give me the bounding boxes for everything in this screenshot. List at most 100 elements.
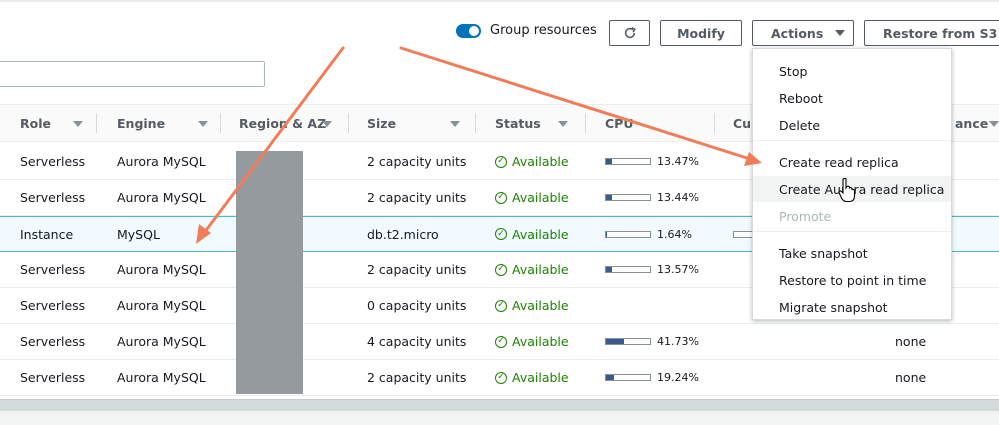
sort-caret-icon[interactable] — [198, 121, 208, 127]
actions-button[interactable]: Actions — [752, 20, 854, 46]
menu-item-create-read-replica[interactable]: Create read replica — [753, 149, 951, 175]
status-label: Available — [512, 226, 569, 242]
menu-item-promote: Promote — [779, 208, 832, 224]
cell-size: 0 capacity units — [367, 298, 467, 313]
cell-role: Serverless — [20, 154, 86, 169]
menu-item-delete[interactable]: Delete — [753, 112, 951, 138]
actions-label: Actions — [771, 25, 824, 41]
cell-cpu: 41.73% — [605, 324, 699, 359]
cell-engine: Aurora MySQL — [117, 298, 206, 313]
check-circle-icon: ✓ — [495, 371, 507, 384]
cpu-bar — [605, 230, 651, 238]
modify-button[interactable]: Modify — [660, 20, 742, 46]
menu-item-migrate-snapshot[interactable]: Migrate snapshot — [753, 294, 951, 320]
table-row[interactable]: Serverless Aurora MySQL 2 capacity units… — [0, 360, 999, 396]
refresh-button[interactable] — [609, 20, 650, 46]
filter-input[interactable] — [0, 61, 265, 87]
sort-caret-icon[interactable] — [450, 121, 460, 127]
cell-role: Serverless — [20, 298, 86, 313]
check-circle-icon: ✓ — [495, 299, 507, 312]
cell-size: 2 capacity units — [367, 370, 467, 385]
column-divider[interactable] — [714, 113, 715, 133]
column-divider[interactable] — [475, 113, 476, 133]
cell-cpu: 1.64% — [605, 217, 692, 251]
cpu-bar-fill — [606, 339, 625, 344]
status-label: Available — [512, 370, 569, 385]
column-label: Role — [20, 115, 51, 131]
cell-cpu: 13.47% — [605, 144, 699, 179]
cell-engine: Aurora MySQL — [117, 334, 206, 349]
cell-status: ✓ Available — [495, 144, 569, 179]
status-label: Available — [512, 298, 569, 313]
cell-role: Serverless — [20, 334, 86, 349]
cpu-percent: 1.64% — [657, 227, 692, 241]
toggle-knob — [469, 25, 479, 36]
column-divider[interactable] — [220, 113, 221, 133]
cell-engine: MySQL — [117, 226, 160, 242]
column-header-maintenance[interactable]: ance — [955, 105, 999, 141]
cpu-bar-fill — [606, 159, 612, 164]
column-label: Engine — [117, 115, 166, 131]
check-circle-icon: ✓ — [495, 263, 507, 276]
caret-down-icon — [835, 30, 846, 36]
sort-caret-icon[interactable] — [558, 121, 568, 127]
cpu-percent: 41.73% — [657, 335, 699, 348]
column-header-role[interactable]: Role — [20, 105, 110, 141]
cell-size: db.t2.micro — [367, 226, 439, 242]
cpu-bar-fill — [606, 195, 612, 200]
status-label: Available — [512, 334, 569, 349]
column-divider[interactable] — [585, 113, 586, 133]
cell-engine: Aurora MySQL — [117, 370, 206, 385]
menu-item-stop[interactable]: Stop — [753, 58, 951, 84]
refresh-icon — [624, 27, 636, 39]
group-resources-toggle[interactable]: Group resources — [456, 23, 597, 38]
sort-caret-icon[interactable] — [322, 121, 332, 127]
group-resources-label: Group resources — [490, 23, 597, 38]
menu-divider — [753, 231, 951, 232]
sort-caret-icon[interactable] — [73, 121, 83, 127]
menu-item-restore-to-point-in-time[interactable]: Restore to point in time — [753, 267, 951, 293]
cell-role: Instance — [20, 226, 74, 242]
horizontal-scrollbar[interactable] — [0, 399, 999, 411]
column-divider[interactable] — [96, 113, 97, 133]
column-label: Size — [367, 115, 397, 131]
menu-divider — [753, 140, 951, 141]
column-label: Status — [495, 115, 541, 131]
menu-item-take-snapshot[interactable]: Take snapshot — [753, 240, 951, 266]
cell-engine: Aurora MySQL — [117, 190, 206, 205]
column-header-engine[interactable]: Engine — [117, 105, 227, 141]
cell-status: ✓ Available — [495, 252, 569, 287]
check-circle-icon: ✓ — [495, 155, 507, 168]
hand-cursor-icon — [838, 177, 856, 203]
sort-caret-icon[interactable] — [989, 121, 999, 127]
cell-size: 2 capacity units — [367, 190, 467, 205]
column-header-cpu[interactable]: CPU — [605, 105, 715, 141]
cell-cpu: 19.24% — [605, 360, 699, 395]
check-circle-icon: ✓ — [495, 191, 507, 204]
status-label: Available — [512, 154, 569, 169]
column-header-size[interactable]: Size — [367, 105, 477, 141]
cell-engine: Aurora MySQL — [117, 154, 206, 169]
table-row[interactable]: Serverless Aurora MySQL 4 capacity units… — [0, 324, 999, 360]
cpu-percent: 13.44% — [657, 191, 699, 204]
cell-cpu: 13.57% — [605, 252, 699, 287]
redacted-region-column — [236, 151, 303, 394]
cpu-percent: 19.24% — [657, 371, 699, 384]
cpu-bar-fill — [606, 375, 615, 380]
cell-maintenance: none — [895, 334, 927, 349]
cell-size: 2 capacity units — [367, 262, 467, 277]
cpu-bar — [605, 194, 651, 201]
menu-item-reboot[interactable]: Reboot — [753, 85, 951, 111]
column-label: CPU — [605, 115, 634, 131]
toggle-switch[interactable] — [456, 23, 481, 38]
restore-from-s3-button[interactable]: Restore from S3 — [864, 20, 999, 46]
cell-status: ✓ Available — [495, 324, 569, 359]
cell-status: ✓ Available — [495, 180, 569, 215]
cell-engine: Aurora MySQL — [117, 262, 206, 277]
column-header-status[interactable]: Status — [495, 105, 605, 141]
column-header-region-az[interactable]: Region & AZ — [239, 105, 349, 141]
column-divider[interactable] — [348, 113, 349, 133]
cell-size: 4 capacity units — [367, 334, 467, 349]
page-footer-area — [0, 411, 999, 425]
top-border — [0, 0, 999, 2]
